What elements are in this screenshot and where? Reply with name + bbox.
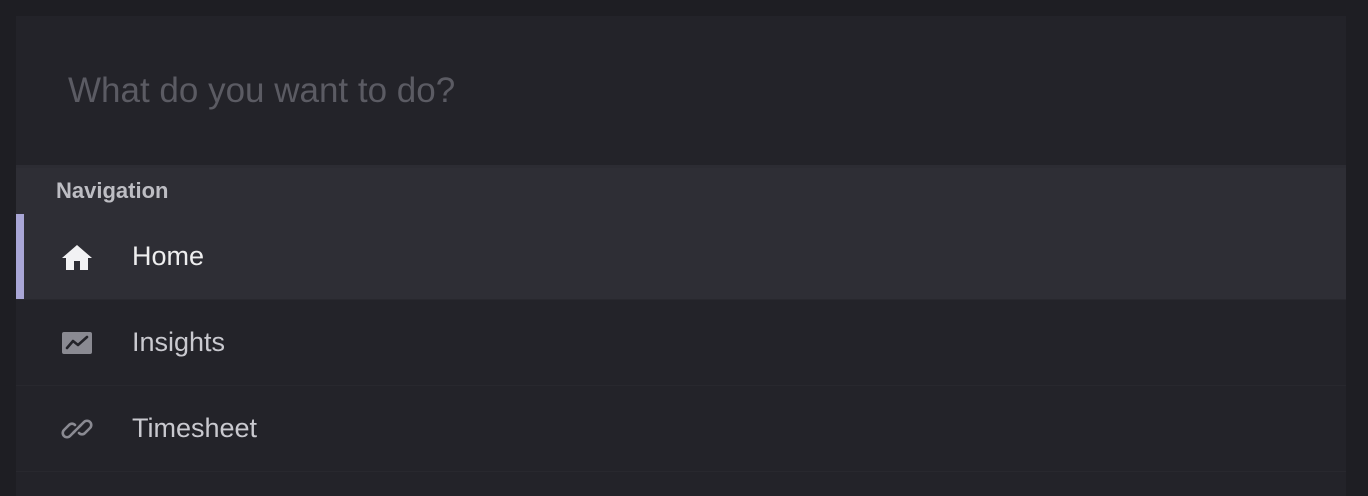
- chart-icon: [60, 326, 94, 360]
- selection-indicator: [16, 300, 24, 385]
- selection-indicator: [16, 214, 24, 299]
- command-search-input[interactable]: [66, 60, 1346, 121]
- command-palette: Navigation Home Insights: [16, 16, 1346, 496]
- search-row: [16, 16, 1346, 168]
- nav-item-label: Timesheet: [132, 413, 258, 443]
- link-icon: [60, 412, 94, 446]
- nav-item-home[interactable]: Home: [16, 214, 1346, 300]
- nav-item-label: Home: [132, 241, 205, 271]
- home-icon: [60, 240, 94, 274]
- nav-item-timesheet[interactable]: Timesheet: [16, 386, 1346, 472]
- section-header-navigation: Navigation: [16, 168, 1346, 214]
- nav-item-label: Insights: [132, 327, 226, 357]
- selection-indicator: [16, 386, 24, 471]
- nav-item-insights[interactable]: Insights: [16, 300, 1346, 386]
